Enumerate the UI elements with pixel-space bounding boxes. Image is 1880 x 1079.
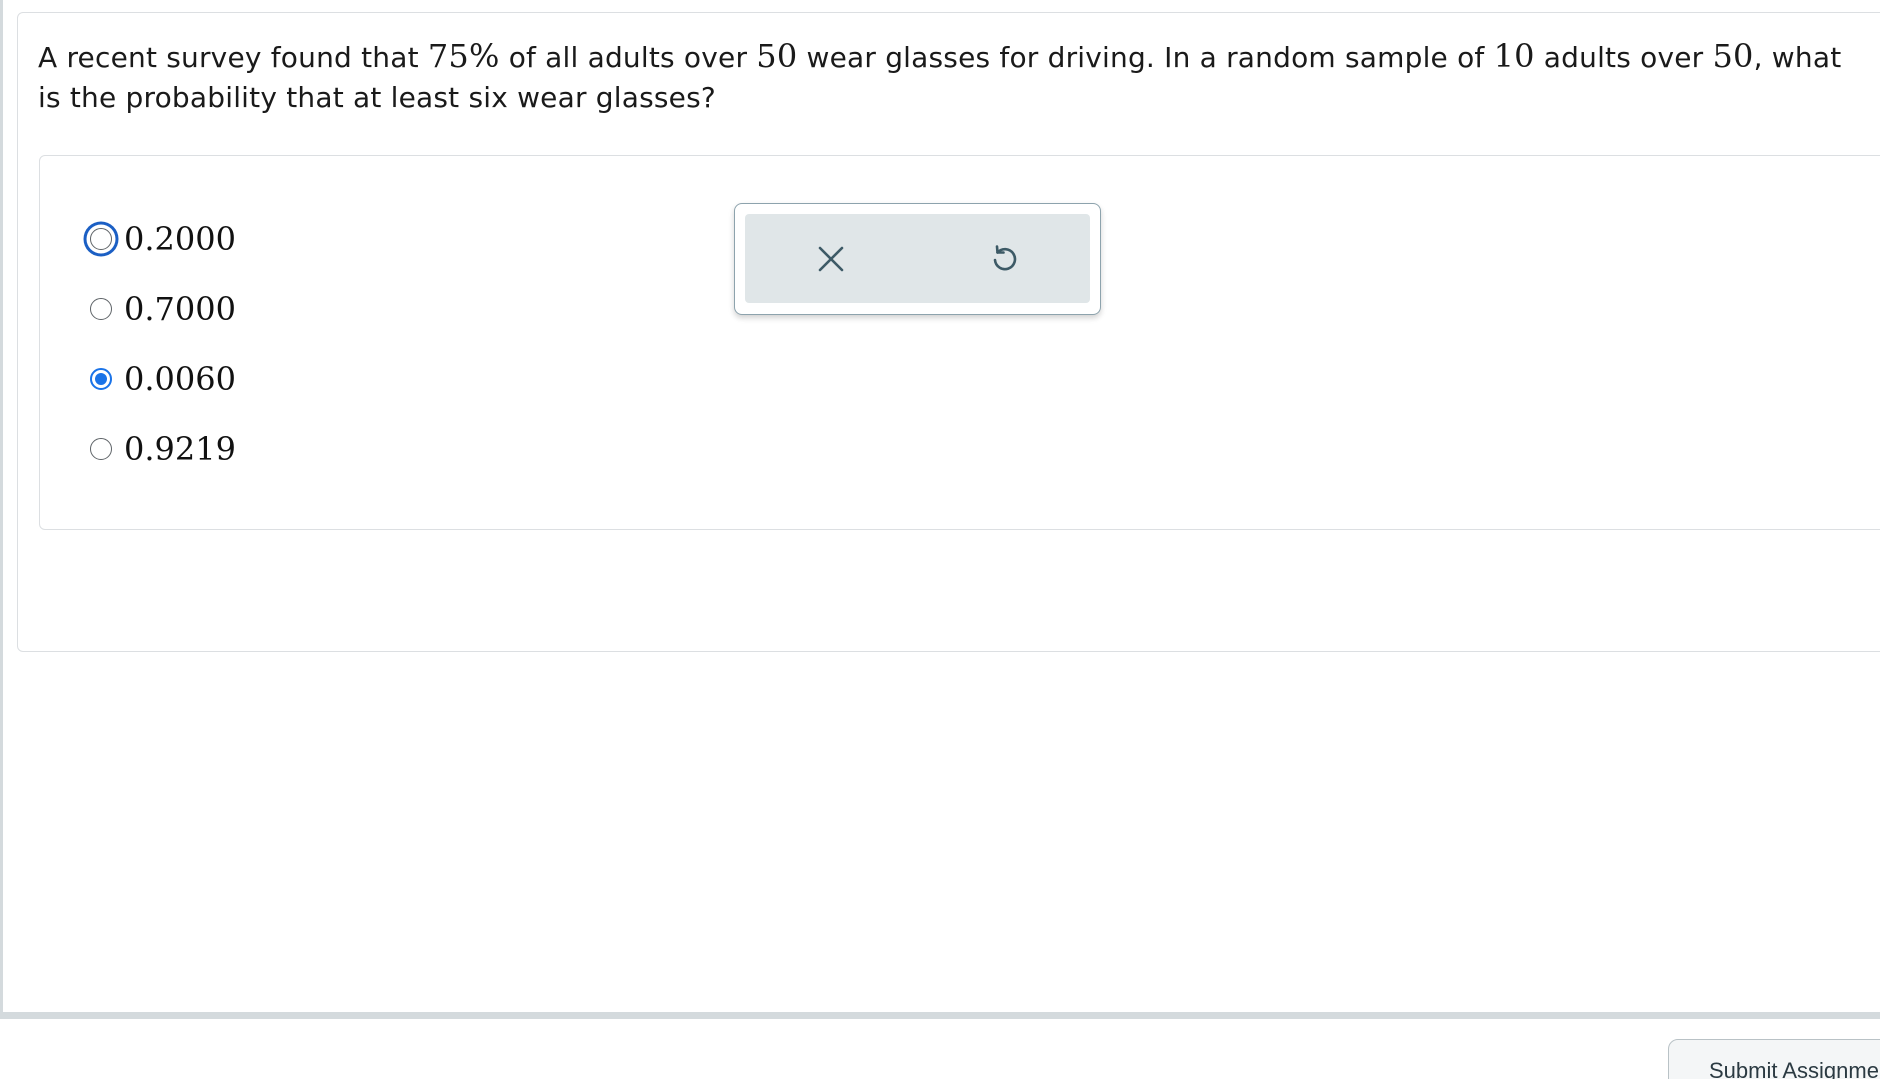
question-text-part: A recent survey found that (38, 41, 428, 74)
answer-option-label: 0.7000 (124, 290, 236, 328)
answer-tools-popup (734, 203, 1101, 315)
left-divider (0, 0, 3, 1015)
answer-tools-panel (745, 214, 1090, 303)
assignment-page: A recent survey found that 75% of all ad… (0, 0, 1880, 1079)
math-age: 50 (1712, 37, 1754, 75)
question-text-part: of all adults over (499, 41, 757, 74)
undo-button[interactable] (981, 236, 1027, 282)
submit-assignment-button[interactable]: Submit Assignment (1668, 1039, 1880, 1079)
math-percent: 75% (427, 37, 500, 75)
radio-button[interactable] (90, 228, 112, 250)
question-text-part: adults over (1534, 41, 1713, 74)
clear-answer-button[interactable] (808, 236, 854, 282)
answer-option[interactable]: 0.7000 (90, 284, 236, 334)
footer-divider (0, 1012, 1880, 1019)
radio-button[interactable] (90, 438, 112, 460)
radio-button-selected[interactable] (90, 368, 112, 390)
answer-option-label: 0.9219 (124, 430, 236, 468)
answer-option[interactable]: 0.9219 (90, 424, 236, 474)
answer-option[interactable]: 0.2000 (90, 214, 236, 264)
close-icon (818, 246, 844, 272)
answer-option[interactable]: 0.0060 (90, 354, 236, 404)
answer-option-label: 0.0060 (124, 360, 236, 398)
math-sample-size: 10 (1493, 37, 1535, 75)
question-text-part: wear glasses for driving. In a random sa… (797, 41, 1494, 74)
radio-button[interactable] (90, 298, 112, 320)
answer-option-label: 0.2000 (124, 220, 236, 258)
math-age: 50 (756, 37, 798, 75)
question-prompt: A recent survey found that 75% of all ad… (38, 36, 1868, 118)
undo-icon (993, 245, 1017, 271)
